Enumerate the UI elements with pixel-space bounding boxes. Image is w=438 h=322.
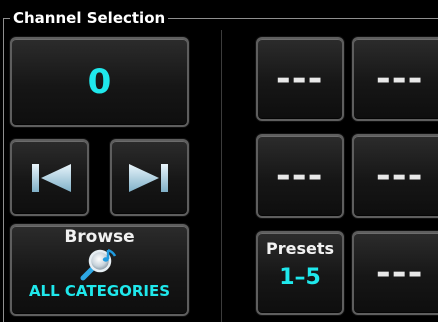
panel-title: Channel Selection <box>10 8 169 28</box>
channel-number: 0 <box>87 62 112 102</box>
presets-range: 1–5 <box>279 265 321 290</box>
browse-category: ALL CATEGORIES <box>28 282 171 300</box>
skip-previous-icon <box>31 163 71 192</box>
preset-slot-3[interactable]: --- <box>256 134 344 218</box>
channel-number-button[interactable]: 0 <box>10 37 189 127</box>
preset-slot-1[interactable]: --- <box>256 37 344 121</box>
next-channel-button[interactable] <box>110 139 189 216</box>
previous-channel-button[interactable] <box>10 139 89 216</box>
presets-page-button[interactable]: Presets 1–5 <box>256 231 344 315</box>
preset-slot-label: --- <box>276 59 324 99</box>
preset-slot-label: --- <box>376 156 424 196</box>
column-divider <box>221 30 222 322</box>
preset-slot-label: --- <box>276 156 324 196</box>
preset-slot-4[interactable]: --- <box>352 134 438 218</box>
browse-label: Browse <box>64 227 135 247</box>
preset-slot-2[interactable]: --- <box>352 37 438 121</box>
preset-slot-label: --- <box>376 253 424 293</box>
browse-button[interactable]: Browse ALL CATEGORIES <box>10 224 189 316</box>
preset-slot-label: --- <box>376 59 424 99</box>
preset-slot-5[interactable]: --- <box>352 231 438 315</box>
music-search-icon <box>80 248 116 281</box>
presets-label: Presets <box>265 239 334 258</box>
skip-next-icon <box>128 163 168 192</box>
